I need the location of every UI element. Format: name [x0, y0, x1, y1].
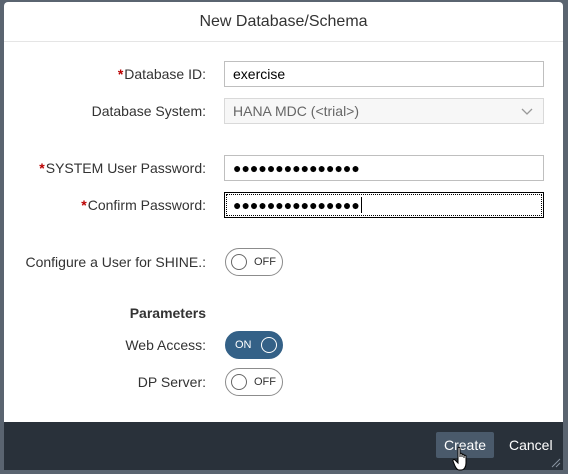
- parameters-heading: Parameters: [129, 305, 206, 321]
- required-marker: *: [81, 197, 87, 213]
- switch-state: OFF: [254, 256, 276, 268]
- web-access-switch[interactable]: ON: [225, 331, 283, 359]
- switch-state: ON: [235, 339, 252, 351]
- database-id-value: exercise: [233, 66, 286, 82]
- dialog-header: New Database/Schema: [4, 2, 563, 42]
- shine-user-label: Configure a User for SHINE.:: [25, 254, 206, 270]
- dp-server-switch[interactable]: OFF: [225, 368, 283, 396]
- confirm-password-row: *Confirm Password: ●●●●●●●●●●●●●●●: [4, 192, 563, 218]
- system-password-value: ●●●●●●●●●●●●●●●: [233, 160, 360, 176]
- database-id-input[interactable]: exercise: [224, 61, 544, 87]
- web-access-label: Web Access:: [125, 337, 206, 353]
- shine-user-row: Configure a User for SHINE.: OFF: [4, 248, 563, 276]
- database-system-row: Database System: HANA MDC (<trial>): [4, 98, 563, 124]
- database-system-select[interactable]: HANA MDC (<trial>): [224, 98, 544, 124]
- system-password-input[interactable]: ●●●●●●●●●●●●●●●: [224, 155, 544, 181]
- required-marker: *: [117, 66, 124, 82]
- hand-pointer-icon: [452, 446, 467, 471]
- required-marker: *: [39, 160, 45, 176]
- dialog-footer: Create Cancel: [4, 422, 563, 470]
- confirm-password-input[interactable]: ●●●●●●●●●●●●●●●: [224, 192, 544, 218]
- system-password-label: *SYSTEM User Password:: [39, 160, 206, 176]
- dp-server-row: DP Server: OFF: [4, 368, 563, 396]
- switch-state: OFF: [254, 376, 276, 388]
- shine-user-switch[interactable]: OFF: [225, 248, 283, 276]
- switch-knob: [261, 337, 277, 353]
- database-id-label: *Database ID:: [117, 66, 206, 82]
- database-system-label: Database System:: [91, 103, 206, 119]
- new-database-dialog: New Database/Schema *Database ID: exerci…: [4, 2, 563, 470]
- system-password-row: *SYSTEM User Password: ●●●●●●●●●●●●●●●: [4, 155, 563, 181]
- text-caret: [360, 197, 362, 213]
- database-system-value: HANA MDC (<trial>): [233, 103, 360, 119]
- chevron-down-icon: [521, 108, 533, 115]
- switch-knob: [231, 254, 247, 270]
- dp-server-label: DP Server:: [137, 374, 206, 390]
- dialog-title: New Database/Schema: [199, 12, 368, 30]
- database-id-row: *Database ID: exercise: [4, 61, 563, 87]
- switch-knob: [231, 374, 247, 390]
- confirm-password-value: ●●●●●●●●●●●●●●●: [233, 197, 360, 213]
- cancel-button[interactable]: Cancel: [501, 432, 561, 458]
- web-access-row: Web Access: ON: [4, 331, 563, 359]
- resize-grip-icon[interactable]: [551, 458, 561, 468]
- confirm-password-label: *Confirm Password:: [81, 197, 206, 213]
